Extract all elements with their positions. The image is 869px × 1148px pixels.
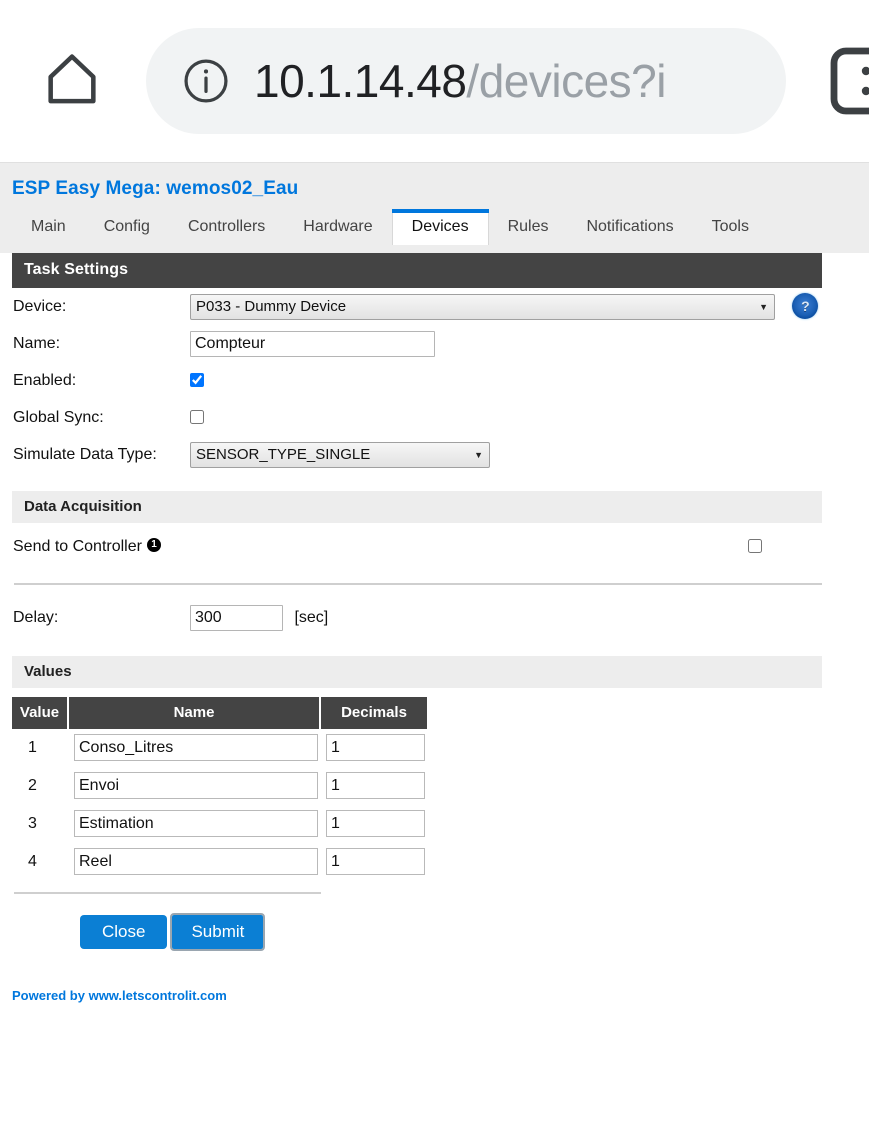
value-decimals-cell [320,729,427,767]
value-decimals-input[interactable] [326,810,425,837]
value-index: 2 [28,776,37,794]
value-name-cell [68,767,320,805]
section-header-data-acquisition: Data Acquisition [12,491,822,523]
form-row-simulate-data-type: Simulate Data Type: SENSOR_TYPE_SINGLE [0,436,869,473]
value-index: 3 [28,814,37,832]
device-field: P033 - Dummy Device ? [190,288,869,325]
device-label: Device: [13,297,67,315]
name-label: Name: [13,334,61,352]
tab-hardware[interactable]: Hardware [284,210,391,245]
task-settings-form: Device: P033 - Dummy Device ? Name: Enab… [0,288,869,473]
column-header-decimals: Decimals [320,697,427,729]
tab-config[interactable]: Config [85,210,169,245]
page-title: ESP Easy Mega: wemos02_Eau [12,178,299,199]
three-dot-menu-icon [828,45,869,122]
footer-credit: Powered by www.letscontrolit.com [12,988,227,1003]
close-button[interactable]: Close [80,915,168,949]
value-decimals-input[interactable] [326,848,425,875]
send-to-controller-label-cell: Send to Controller 1 [0,523,732,570]
submit-button[interactable]: Submit [170,913,266,951]
form-row-delay: Delay: [sec] [0,598,869,638]
page-content: Task Settings Device: P033 - Dummy Devic… [0,253,869,1003]
table-row: 3 [12,805,427,843]
tab-main[interactable]: Main [12,210,85,245]
home-icon [40,47,104,116]
value-decimals-input[interactable] [326,734,425,761]
delay-field: [sec] [190,598,869,638]
form-actions: Close Submit [80,913,869,951]
section-header-values: Values [12,656,822,688]
value-name-cell [68,805,320,843]
simulate-data-type-label: Simulate Data Type: [13,445,157,463]
values-table-head: Value Name Decimals [12,697,427,729]
value-index: 1 [28,738,37,756]
app-header: ESP Easy Mega: wemos02_Eau Main Config C… [0,163,869,253]
values-table-body: 1 2 3 4 [12,729,427,881]
value-name-cell [68,843,320,881]
tab-devices[interactable]: Devices [391,209,489,245]
value-name-cell [68,729,320,767]
global-sync-label: Global Sync: [13,408,104,426]
values-table-header-row: Value Name Decimals [12,697,427,729]
url-path: /devices?i [466,55,666,107]
form-row-enabled: Enabled: [0,362,869,399]
tab-notifications[interactable]: Notifications [567,210,692,245]
device-select-wrap: P033 - Dummy Device [190,293,775,320]
name-field [190,325,869,362]
address-bar-text: 10.1.14.48/devices?i [254,58,666,104]
enabled-field [190,362,869,399]
browser-toolbar: 10.1.14.48/devices?i [0,0,869,163]
table-row: 4 [12,843,427,881]
help-icon[interactable]: ? [792,293,819,320]
value-decimals-cell [320,805,427,843]
tab-tools[interactable]: Tools [693,210,768,245]
browser-menu-button[interactable] [827,46,869,120]
form-row-name: Name: [0,325,869,362]
enabled-label: Enabled: [13,371,77,389]
delay-label: Delay: [13,609,59,626]
enabled-checkbox[interactable] [190,373,204,388]
value-decimals-cell [320,767,427,805]
delay-input[interactable] [190,605,283,631]
delay-form: Delay: [sec] [0,598,869,638]
values-table: Value Name Decimals 1 2 3 [12,697,427,881]
value-name-input[interactable] [74,734,318,761]
simulate-data-type-select[interactable]: SENSOR_TYPE_SINGLE [190,441,490,468]
form-row-global-sync: Global Sync: [0,399,869,436]
form-row-send-to-controller: Send to Controller 1 [0,523,869,570]
value-index: 4 [28,852,37,870]
table-row: 1 [12,729,427,767]
address-bar[interactable]: 10.1.14.48/devices?i [146,28,786,134]
home-button[interactable] [36,45,108,117]
column-header-value: Value [12,697,69,729]
table-row: 2 [12,767,427,805]
controller-index-badge: 1 [146,538,161,553]
delay-unit: [sec] [294,609,329,626]
value-decimals-cell [320,843,427,881]
column-header-name: Name [68,697,321,729]
simulate-data-type-field: SENSOR_TYPE_SINGLE [190,436,869,473]
section-header-task-settings: Task Settings [12,253,822,288]
send-to-controller-field [732,523,869,570]
device-select[interactable]: P033 - Dummy Device [190,293,775,320]
tab-controllers[interactable]: Controllers [169,210,284,245]
value-decimals-input[interactable] [326,772,425,799]
main-tabs: Main Config Controllers Hardware Devices… [0,207,869,245]
form-row-device: Device: P033 - Dummy Device ? [0,288,869,325]
send-to-controller-label: Send to Controller [13,537,142,555]
value-name-input[interactable] [74,772,318,799]
info-circle-icon[interactable] [180,55,232,107]
tab-rules[interactable]: Rules [489,210,568,245]
data-acquisition-form: Send to Controller 1 [0,523,869,570]
simulate-data-type-select-wrap: SENSOR_TYPE_SINGLE [190,441,490,468]
send-to-controller-checkbox[interactable] [748,539,763,554]
value-name-input[interactable] [74,848,318,875]
name-input[interactable] [190,330,435,357]
global-sync-checkbox[interactable] [190,410,204,425]
value-name-input[interactable] [74,810,318,837]
divider-line-bottom [14,892,321,894]
url-host: 10.1.14.48 [254,55,467,107]
global-sync-field [190,399,869,436]
divider-line [14,583,822,585]
